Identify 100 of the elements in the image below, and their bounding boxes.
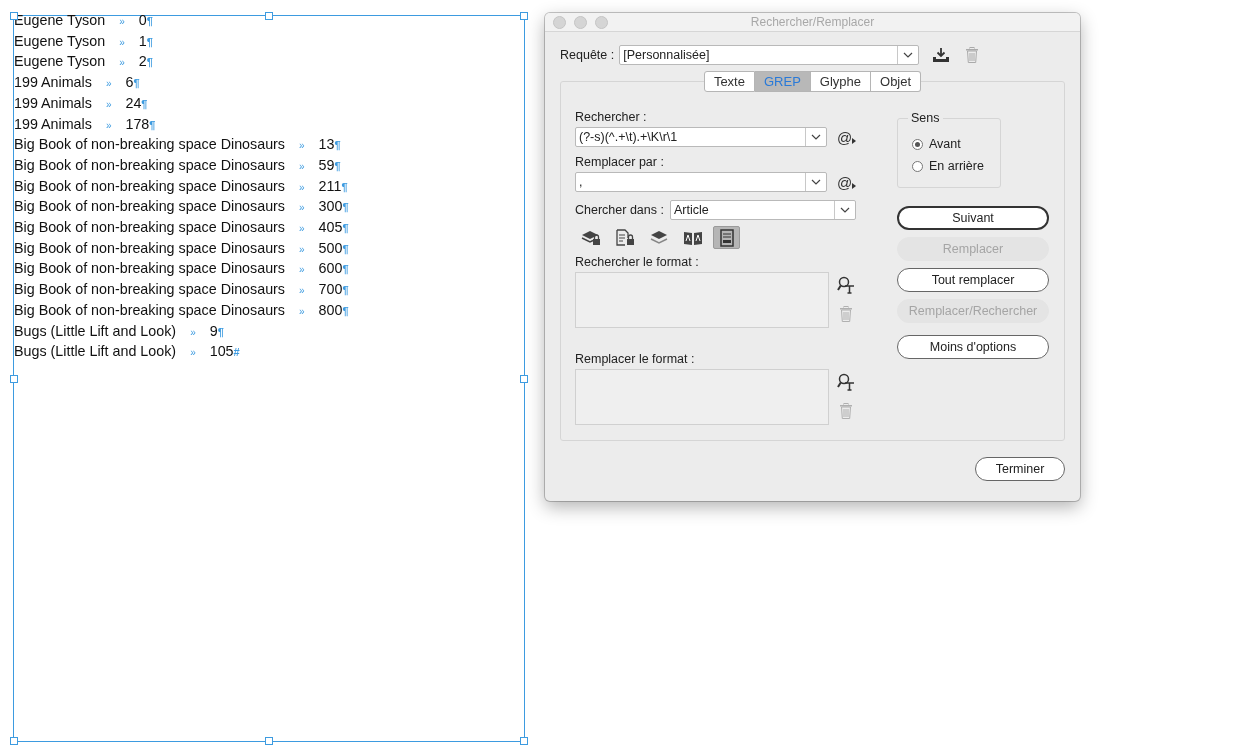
- page-number: 211: [318, 176, 342, 196]
- search-in-dropdown[interactable]: Article: [669, 200, 856, 220]
- selection-handle[interactable]: [520, 12, 528, 20]
- page-number: 105: [209, 342, 234, 362]
- locked-layers-icon: [580, 228, 601, 247]
- tab-marker: »: [299, 180, 305, 195]
- page-number: 1: [138, 31, 147, 51]
- selection-handle[interactable]: [10, 737, 18, 745]
- entry-title: Big Book of non-breaking space Dinosaurs: [14, 280, 285, 300]
- replace-label: Remplacer par :: [575, 155, 665, 169]
- entry-title: Big Book of non-breaking space Dinosaurs: [14, 135, 285, 155]
- selection-handle[interactable]: [10, 374, 18, 383]
- page-number: 500: [318, 238, 343, 258]
- radio-button[interactable]: [912, 160, 923, 172]
- replace-field[interactable]: ,: [575, 172, 827, 192]
- page-number: 600: [318, 259, 343, 279]
- window-title: Rechercher/Remplacer: [750, 15, 875, 29]
- mode-tab[interactable]: Objet: [871, 71, 922, 92]
- tab-marker: »: [299, 159, 305, 174]
- tab-marker: »: [105, 77, 112, 92]
- entry-title: 199 Animals: [14, 114, 92, 134]
- paragraph-marker: ¶: [146, 14, 153, 29]
- tab-marker: »: [299, 263, 305, 278]
- tab-marker: »: [299, 284, 305, 299]
- find-label: Rechercher :: [575, 110, 648, 124]
- page-number: 405: [318, 218, 343, 238]
- page-number: 24: [125, 93, 142, 113]
- query-dropdown[interactable]: [Personnalisée]: [619, 45, 920, 65]
- query-label: Requête :: [560, 48, 615, 62]
- entry-title: Big Book of non-breaking space Dinosaurs: [14, 155, 285, 175]
- page-number: 800: [318, 300, 343, 320]
- tab-marker: »: [119, 35, 125, 50]
- selection-handle[interactable]: [265, 737, 273, 745]
- action-button[interactable]: Tout remplacer: [897, 268, 1049, 292]
- action-button[interactable]: Suivant: [897, 206, 1049, 230]
- mode-tab[interactable]: Glyphe: [810, 71, 871, 92]
- radio-button[interactable]: [912, 138, 923, 150]
- selection-handle[interactable]: [265, 12, 273, 20]
- paragraph-marker: ¶: [342, 283, 349, 299]
- tab-marker: »: [190, 346, 196, 361]
- paragraph-marker: ¶: [217, 324, 224, 340]
- find-format-label: Rechercher le format :: [575, 255, 700, 269]
- format-magnifier-icon[interactable]: [837, 373, 855, 391]
- entry-title: Big Book of non-breaking space Dinosaurs: [14, 300, 285, 320]
- page-number: 59: [318, 155, 335, 175]
- save-query-icon[interactable]: [932, 47, 951, 63]
- paragraph-marker: ¶: [146, 55, 153, 71]
- minimize-window-button[interactable]: [574, 15, 587, 29]
- entry-title: Big Book of non-breaking space Dinosaurs: [14, 176, 285, 196]
- tab-marker: »: [299, 201, 305, 216]
- radio-label: Avant: [929, 137, 961, 151]
- special-characters-button[interactable]: @: [837, 128, 857, 146]
- special-characters-button[interactable]: @: [837, 173, 857, 191]
- mode-tab[interactable]: Texte: [703, 71, 755, 92]
- tab-marker: »: [299, 242, 305, 257]
- action-button[interactable]: Moins d'options: [897, 335, 1049, 359]
- selection-handle[interactable]: [520, 374, 528, 383]
- zoom-window-button[interactable]: [595, 15, 608, 29]
- selection-handle[interactable]: [520, 737, 528, 745]
- entry-title: Eugene Tyson: [14, 52, 106, 72]
- paragraph-marker: ¶: [342, 303, 349, 319]
- entry-title: Big Book of non-breaking space Dinosaurs: [14, 197, 285, 217]
- paragraph-marker: ¶: [334, 158, 341, 174]
- paragraph-marker: ¶: [342, 241, 349, 257]
- entry-title: Bugs (Little Lift and Look): [14, 342, 177, 362]
- paragraph-marker: ¶: [133, 76, 140, 92]
- trash-icon[interactable]: [965, 47, 980, 63]
- tab-marker: »: [119, 56, 125, 71]
- trash-icon[interactable]: [839, 403, 853, 419]
- search-option-toggle[interactable]: [713, 226, 740, 249]
- tab-marker: »: [119, 15, 125, 29]
- entry-title: 199 Animals: [14, 93, 92, 113]
- tab-marker: »: [299, 304, 305, 319]
- page-number: 2: [138, 52, 147, 72]
- entry-title: 199 Animals: [14, 73, 92, 93]
- tab-marker: »: [190, 325, 196, 340]
- tab-marker: »: [299, 222, 305, 237]
- search-in-label: Chercher dans :: [575, 203, 664, 217]
- format-magnifier-icon[interactable]: [837, 276, 855, 294]
- entry-title: Big Book of non-breaking space Dinosaurs: [14, 218, 285, 238]
- close-window-button[interactable]: [553, 15, 566, 29]
- done-button[interactable]: Terminer: [975, 457, 1065, 481]
- entry-title: Eugene Tyson: [14, 31, 106, 51]
- tab-marker: »: [105, 118, 112, 133]
- replace-format-label: Remplacer le format :: [575, 352, 696, 366]
- page-number: 300: [318, 197, 343, 217]
- find-field[interactable]: (?-s)(^.+\t).+\K\r\1: [575, 127, 827, 147]
- tab-marker: »: [105, 97, 112, 112]
- paragraph-marker: ¶: [342, 200, 349, 216]
- direction-title: Sens: [908, 111, 943, 125]
- paragraph-marker: ¶: [334, 138, 341, 154]
- paragraph-marker: ¶: [341, 179, 348, 195]
- trash-icon[interactable]: [839, 306, 853, 322]
- chevron-down-icon: [903, 52, 914, 58]
- page-number: 6: [125, 73, 134, 93]
- layers-icon: [648, 228, 669, 247]
- page-number: 0: [138, 11, 147, 30]
- chevron-down-icon: [811, 134, 821, 140]
- radio-label: En arrière: [929, 159, 984, 173]
- tab-marker: »: [299, 139, 305, 154]
